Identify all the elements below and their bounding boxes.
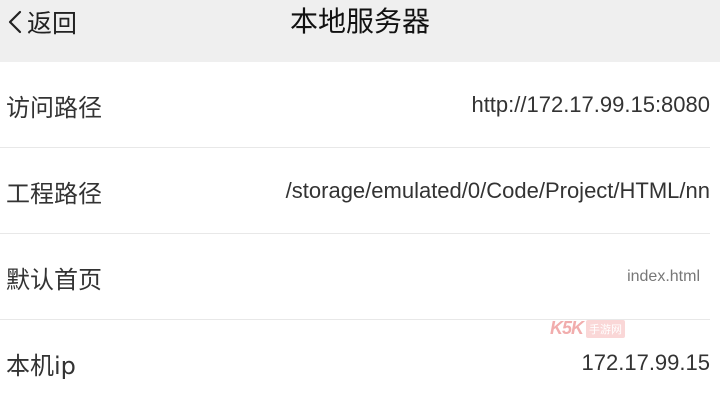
- page-title: 本地服务器: [289, 5, 430, 38]
- default-homepage-value: index.html: [627, 268, 700, 285]
- row-default-homepage[interactable]: 默认首页 index.html: [0, 234, 720, 320]
- row-local-ip[interactable]: 本机ip 172.17.99.15: [0, 320, 720, 404]
- row-label: 默认首页: [6, 265, 102, 294]
- access-path-value: http://172.17.99.15:8080: [471, 92, 710, 117]
- navigation-bar: 返回 本地服务器: [0, 0, 720, 62]
- row-label: 工程路径: [6, 179, 102, 208]
- row-label: 访问路径: [6, 93, 102, 122]
- row-label: 本机ip: [6, 351, 76, 380]
- project-path-value: /storage/emulated/0/Code/Project/HTML/nn: [285, 178, 710, 203]
- local-ip-value: 172.17.99.15: [581, 350, 710, 375]
- row-project-path[interactable]: 工程路径 /storage/emulated/0/Code/Project/HT…: [0, 148, 720, 234]
- settings-list: 访问路径 http://172.17.99.15:8080 工程路径 /stor…: [0, 62, 720, 404]
- row-access-path[interactable]: 访问路径 http://172.17.99.15:8080: [0, 62, 720, 148]
- local-server-screen: 返回 本地服务器 访问路径 http://172.17.99.15:8080 工…: [0, 0, 720, 404]
